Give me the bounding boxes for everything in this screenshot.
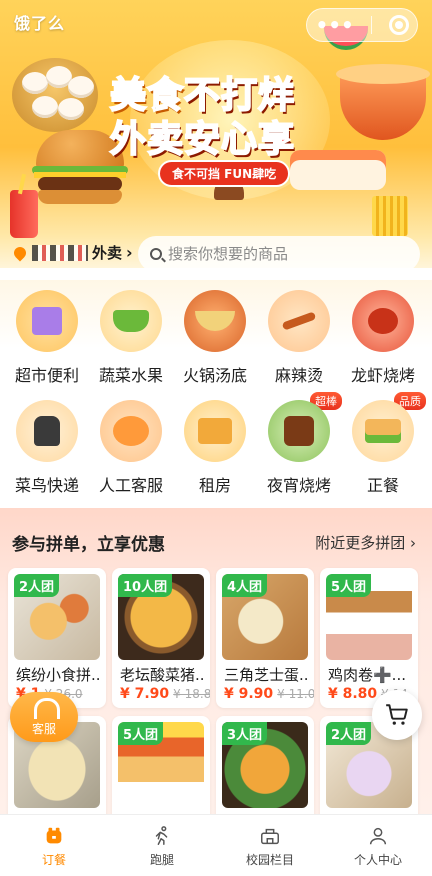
tab-errand[interactable]: 跑腿 — [108, 815, 216, 876]
app-name: 饿了么 — [14, 14, 66, 33]
category-customer-service[interactable]: 人工客服 — [88, 400, 174, 496]
drink-icon — [10, 190, 38, 238]
category-lobster-bbq[interactable]: 龙虾烧烤 — [340, 290, 426, 386]
customer-service-label: 客服 — [31, 722, 56, 736]
price-current: ¥ 9.90 — [224, 686, 274, 702]
category-night-snack[interactable]: 超棒 夜宵烧烤 — [256, 392, 342, 496]
cart-button[interactable] — [372, 690, 422, 740]
category-label: 龙虾烧烤 — [350, 366, 415, 385]
category-vegetables[interactable]: 蔬菜水果 — [88, 290, 174, 386]
customer-service-button[interactable]: 客服 — [10, 692, 78, 742]
peach-chat-icon — [100, 400, 162, 462]
capsule-divider — [370, 16, 372, 34]
tab-order[interactable]: 订餐 — [0, 815, 108, 876]
banner-slogan: 食不可挡 FUN肆吃 — [158, 160, 291, 187]
tab-label: 订餐 — [41, 853, 66, 867]
category-label: 菜鸟快递 — [14, 476, 79, 495]
lobster-icon — [352, 290, 414, 352]
more-label: 附近更多拼团 — [315, 534, 406, 552]
sushi-icon — [290, 150, 386, 190]
group-card[interactable]: 5人团 鸡肉卷➕... ¥ 8.80¥ 14 — [320, 568, 418, 708]
mini-program-capsule[interactable]: ••• — [306, 8, 418, 42]
category-label: 超市便利 — [14, 366, 79, 385]
category-label: 租房 — [198, 476, 231, 495]
location-label: 外卖 — [92, 244, 123, 262]
group-size-tag: 2人团 — [14, 574, 60, 597]
group-size-tag: 5人团 — [326, 574, 372, 597]
tab-campus[interactable]: 校园栏目 — [216, 815, 324, 876]
category-label: 夜宵烧烤 — [266, 476, 331, 495]
location-pin-icon — [11, 244, 29, 261]
group-size-tag: 2人团 — [326, 722, 372, 745]
group-card[interactable]: 10人团 老坛酸菜猪... ¥ 7.90¥ 18.80 — [112, 568, 210, 708]
price-original: ¥ 18.80 — [173, 687, 210, 701]
campus-icon — [261, 828, 279, 845]
group-buy-section: 参与拼单，立享优惠 附近更多拼团 › 2人团 缤纷小食拼... ¥ 1¥ 26.… — [0, 508, 432, 836]
price-current: ¥ 7.90 — [120, 686, 170, 702]
group-size-tag: 3人团 — [222, 722, 268, 745]
group-size-tag: 5人团 — [118, 722, 164, 745]
group-card[interactable]: 2人团 缤纷小食拼... ¥ 1¥ 26.0 — [8, 568, 106, 708]
noodle-bowl-icon — [336, 64, 430, 140]
hotpot-icon — [184, 290, 246, 352]
user-icon — [369, 827, 387, 845]
category-hotpot[interactable]: 火锅汤底 — [172, 290, 258, 386]
category-label: 蔬菜水果 — [98, 366, 163, 385]
search-icon — [150, 248, 162, 260]
runner-icon — [155, 826, 168, 845]
category-label: 麻辣烫 — [274, 366, 323, 385]
search-bar[interactable] — [138, 236, 420, 268]
category-supermarket[interactable]: 超市便利 — [4, 290, 90, 386]
category-label: 正餐 — [366, 476, 399, 495]
bottom-tab-bar: 订餐 跑腿 校园栏目 个人中心 — [0, 814, 432, 876]
banner-headline-2: 外卖安心享 — [109, 110, 296, 162]
more-icon[interactable]: ••• — [315, 15, 353, 35]
chevron-right-icon: › — [126, 243, 133, 262]
category-malatang[interactable]: 麻辣烫 — [256, 290, 342, 386]
close-target-icon[interactable] — [388, 15, 409, 35]
category-label: 人工客服 — [98, 476, 163, 495]
category-rent[interactable]: 租房 — [172, 400, 258, 496]
sandwich-icon — [352, 400, 414, 462]
tab-profile[interactable]: 个人中心 — [324, 815, 432, 876]
location-selector[interactable]: 外卖 › — [11, 242, 133, 263]
headline-line2: 外卖安心享 — [109, 118, 296, 161]
hero-banner[interactable]: 饿了么 ••• 美食不打烊 外卖安心享 食不可挡 FUN肆吃 外卖 › — [0, 0, 432, 268]
night-snack-icon — [268, 400, 330, 462]
tab-label: 个人中心 — [353, 853, 402, 867]
product-name: 缤纷小食拼... — [16, 666, 102, 684]
group-buy-title: 参与拼单，立享优惠 — [12, 535, 165, 555]
group-size-tag: 4人团 — [222, 574, 268, 597]
courier-icon — [16, 400, 78, 462]
product-name: 三角芝士蛋... — [224, 666, 310, 684]
price-original: ¥ 11.00 — [277, 687, 314, 701]
group-card[interactable]: 4人团 三角芝士蛋... ¥ 9.90¥ 11.00 — [216, 568, 314, 708]
fries-icon — [372, 196, 408, 236]
order-food-icon — [46, 827, 62, 844]
location-redacted — [32, 244, 88, 261]
house-box-icon — [184, 400, 246, 462]
product-price: ¥ 9.90¥ 11.00 — [224, 686, 314, 702]
group-size-tag: 10人团 — [118, 574, 173, 597]
product-name: 鸡肉卷➕... — [328, 666, 406, 684]
search-input[interactable] — [168, 245, 408, 263]
vegetable-basket-icon — [100, 290, 162, 352]
product-price: ¥ 7.90¥ 18.80 — [120, 686, 210, 702]
shopping-bag-icon — [16, 290, 78, 352]
skewer-icon — [268, 290, 330, 352]
category-main-meal[interactable]: 品质 正餐 — [340, 392, 426, 496]
cart-icon — [386, 704, 408, 725]
category-courier[interactable]: 菜鸟快递 — [4, 400, 90, 496]
price-current: ¥ 8.80 — [328, 686, 378, 702]
tab-label: 校园栏目 — [245, 853, 294, 867]
group-buy-more-link[interactable]: 附近更多拼团 › — [315, 532, 416, 553]
tab-label: 跑腿 — [149, 853, 174, 867]
product-name: 老坛酸菜猪... — [120, 666, 206, 684]
category-grid: 超市便利 蔬菜水果 火锅汤底 麻辣烫 龙虾烧烤 菜鸟快递 人工客服 租房 超棒 … — [0, 280, 432, 508]
category-label: 火锅汤底 — [182, 366, 247, 385]
dumpling-basket-icon — [12, 58, 98, 132]
